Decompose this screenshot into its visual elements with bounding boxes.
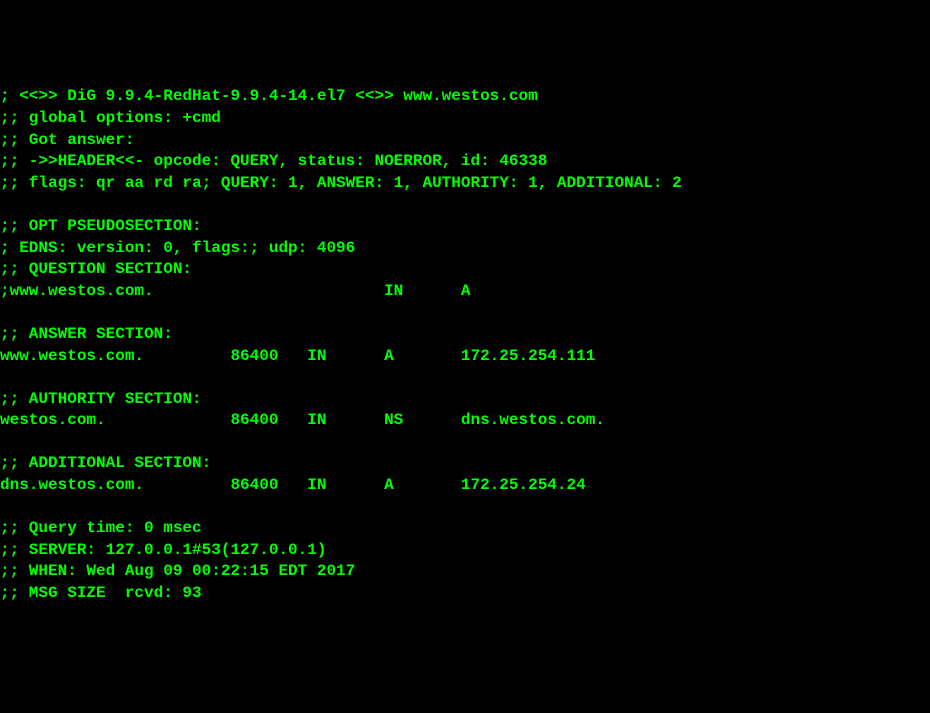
global-options-line: ;; global options: +cmd	[0, 109, 221, 127]
msg-size-line: ;; MSG SIZE rcvd: 93	[0, 584, 202, 602]
header-line: ;; ->>HEADER<<- opcode: QUERY, status: N…	[0, 152, 547, 170]
additional-section-header: ;; ADDITIONAL SECTION:	[0, 454, 211, 472]
when-line: ;; WHEN: Wed Aug 09 00:22:15 EDT 2017	[0, 562, 355, 580]
question-section-header: ;; QUESTION SECTION:	[0, 260, 192, 278]
additional-record: dns.westos.com. 86400 IN A 172.25.254.24	[0, 476, 586, 494]
edns-line: ; EDNS: version: 0, flags:; udp: 4096	[0, 239, 355, 257]
query-time-line: ;; Query time: 0 msec	[0, 519, 202, 537]
answer-record: www.westos.com. 86400 IN A 172.25.254.11…	[0, 347, 595, 365]
answer-section-header: ;; ANSWER SECTION:	[0, 325, 173, 343]
authority-section-header: ;; AUTHORITY SECTION:	[0, 390, 202, 408]
got-answer-line: ;; Got answer:	[0, 131, 134, 149]
question-record: ;www.westos.com. IN A	[0, 282, 470, 300]
terminal-output: ; <<>> DiG 9.9.4-RedHat-9.9.4-14.el7 <<>…	[0, 86, 930, 604]
flags-line: ;; flags: qr aa rd ra; QUERY: 1, ANSWER:…	[0, 174, 682, 192]
opt-pseudosection-header: ;; OPT PSEUDOSECTION:	[0, 217, 202, 235]
dig-header-line: ; <<>> DiG 9.9.4-RedHat-9.9.4-14.el7 <<>…	[0, 87, 538, 105]
authority-record: westos.com. 86400 IN NS dns.westos.com.	[0, 411, 605, 429]
server-line: ;; SERVER: 127.0.0.1#53(127.0.0.1)	[0, 541, 326, 559]
